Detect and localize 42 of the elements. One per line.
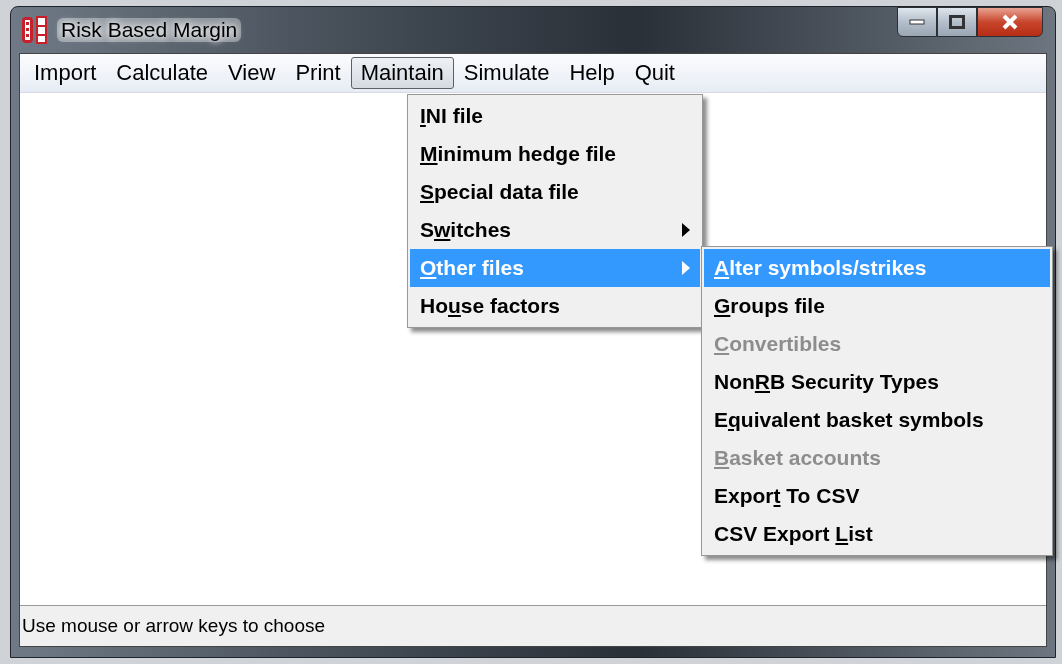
menu-item-label: Other files [420, 256, 524, 280]
menu-item[interactable]: INI file [410, 97, 700, 135]
menu[interactable]: Import [24, 57, 107, 89]
menu-item-label: CSV Export List [714, 522, 873, 546]
menu-item[interactable]: Switches [410, 211, 700, 249]
minimize-button[interactable] [897, 7, 937, 37]
menu[interactable]: Maintain [350, 57, 454, 89]
menu[interactable]: Help [559, 57, 625, 89]
menu-item-label: Minimum hedge file [420, 142, 617, 166]
menu-item[interactable]: CSV Export List [704, 515, 1050, 553]
menu-item-label: INI file [420, 104, 484, 128]
menu-item-label: Special data file [420, 180, 579, 204]
minimize-icon [909, 19, 925, 25]
menu-item[interactable]: Minimum hedge file [410, 135, 700, 173]
menu-item[interactable]: Equivalent basket symbols [704, 401, 1050, 439]
menu[interactable]: Simulate [453, 57, 560, 89]
menu-item-label: NonRB Security Types [714, 370, 939, 394]
maximize-button[interactable] [937, 7, 977, 37]
close-button[interactable] [977, 7, 1043, 37]
menu-item-label: Alter symbols/strikes [714, 256, 927, 280]
menu-item-label: Groups file [714, 294, 825, 318]
close-icon [1001, 14, 1019, 30]
submenu-arrow-icon [682, 223, 690, 237]
menu-item-label: Switches [420, 218, 512, 242]
menu-item[interactable]: Special data file [410, 173, 700, 211]
menu-item-label: House factors [420, 294, 561, 318]
menu-item[interactable]: House factors [410, 287, 700, 325]
menu-item-label: Equivalent basket symbols [714, 408, 984, 432]
menu-item[interactable]: Groups file [704, 287, 1050, 325]
submenu-arrow-icon [682, 261, 690, 275]
menu-item-label: Convertibles [714, 332, 842, 356]
menu[interactable]: View [218, 57, 286, 89]
menu-item-label: Export To CSV [714, 484, 860, 508]
app-logo-icon [21, 15, 49, 45]
menu-item-label: Basket accounts [714, 446, 881, 470]
menu-item[interactable]: NonRB Security Types [704, 363, 1050, 401]
menu[interactable]: Print [285, 57, 351, 89]
menu-item[interactable]: Export To CSV [704, 477, 1050, 515]
status-text: Use mouse or arrow keys to choose [22, 615, 326, 637]
maximize-icon [949, 15, 965, 29]
menu[interactable]: Quit [624, 57, 685, 89]
menu[interactable]: Calculate [106, 57, 219, 89]
